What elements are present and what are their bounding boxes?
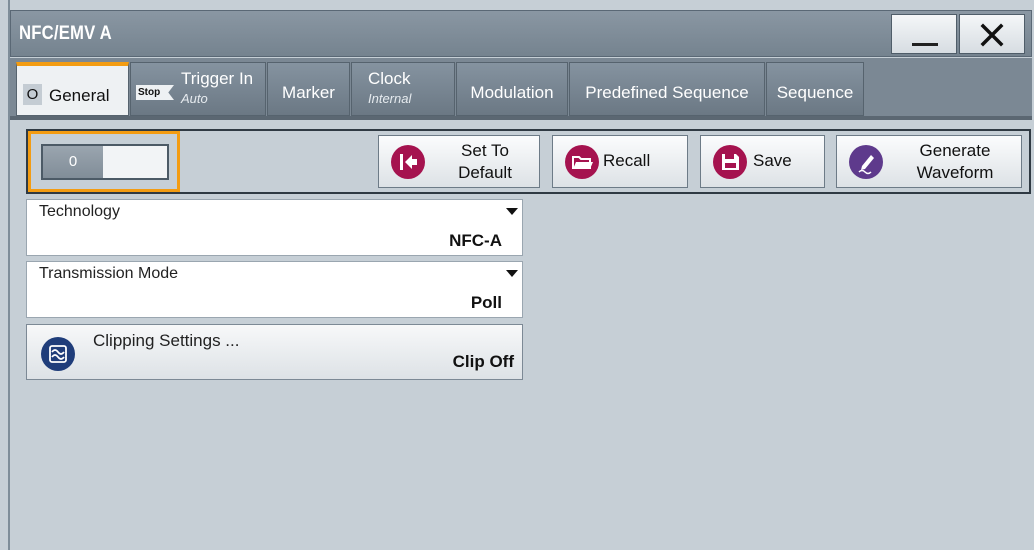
close-button[interactable] [959, 14, 1025, 54]
state-indicator: O [23, 84, 42, 105]
clipping-wave-icon [41, 337, 75, 371]
pen-wave-icon [849, 145, 883, 179]
close-icon [980, 23, 1004, 47]
folder-open-icon [565, 145, 599, 179]
tab-label: Modulation [470, 83, 554, 102]
state-control: 0 [28, 131, 180, 192]
transmission-mode-dropdown[interactable]: Transmission Mode Poll [26, 261, 523, 318]
label-line-1: Set To [461, 141, 509, 160]
field-value: NFC-A [449, 231, 502, 250]
tab-predefined-sequence[interactable]: Predefined Sequence [569, 62, 765, 116]
nfc-emv-dialog: NFC/EMV A O General Stop Trigger In Auto… [0, 0, 1034, 550]
technology-dropdown[interactable]: Technology NFC-A [26, 199, 523, 256]
tab-label: Sequence [776, 83, 854, 102]
minimize-button[interactable] [891, 14, 957, 54]
field-label: Clipping Settings ... [93, 331, 240, 350]
tab-label: Clock [368, 69, 411, 88]
tab-label: Trigger In [181, 69, 254, 88]
tab-clock[interactable]: Clock Internal [351, 62, 455, 116]
save-label: Save [753, 151, 792, 170]
tab-bar: O General Stop Trigger In Auto Marker Cl… [10, 58, 1032, 120]
label-line-2: Waveform [916, 163, 994, 182]
generate-waveform-label: Generate Waveform [899, 140, 1011, 184]
dropdown-caret-icon [506, 270, 518, 277]
tab-label: Marker [282, 83, 335, 102]
tab-sublabel: Internal [368, 91, 412, 106]
save-button[interactable]: Save [700, 135, 825, 188]
tab-label: Predefined Sequence [585, 83, 749, 102]
clipping-settings-button[interactable]: Clipping Settings ... Clip Off [26, 324, 523, 380]
tab-modulation[interactable]: Modulation [456, 62, 568, 116]
generate-waveform-button[interactable]: Generate Waveform [836, 135, 1022, 188]
recall-button[interactable]: Recall [552, 135, 688, 188]
set-to-default-button[interactable]: Set To Default [378, 135, 540, 188]
window-title: NFC/EMV A [19, 23, 112, 44]
tab-sequence[interactable]: Sequence [766, 62, 864, 116]
tab-trigger-in[interactable]: Stop Trigger In Auto [130, 62, 266, 116]
minimize-icon [912, 43, 938, 46]
general-panel: 0 Set To Default Recall Save Generate Wa… [10, 120, 1032, 550]
dropdown-caret-icon [506, 208, 518, 215]
tab-general[interactable]: O General [16, 62, 129, 116]
stop-badge: Stop [136, 85, 174, 100]
field-label: Transmission Mode [39, 265, 179, 282]
field-value: Clip Off [452, 352, 514, 371]
title-bar: NFC/EMV A [10, 10, 1032, 57]
floppy-disk-icon [713, 145, 747, 179]
tab-marker[interactable]: Marker [267, 62, 350, 116]
state-value: 0 [43, 146, 103, 178]
tab-label: General [49, 86, 110, 105]
label-line-2: Default [458, 163, 512, 182]
label-line-1: Generate [919, 141, 991, 160]
recall-label: Recall [603, 151, 651, 170]
arrow-left-bar-icon [391, 145, 425, 179]
field-value: Poll [470, 293, 502, 312]
set-to-default-label: Set To Default [437, 140, 533, 184]
state-toggle[interactable]: 0 [41, 144, 169, 180]
tab-sublabel: Auto [181, 91, 208, 106]
action-toolbar: 0 Set To Default Recall Save Generate Wa… [26, 129, 1031, 194]
field-label: Technology [39, 203, 120, 220]
